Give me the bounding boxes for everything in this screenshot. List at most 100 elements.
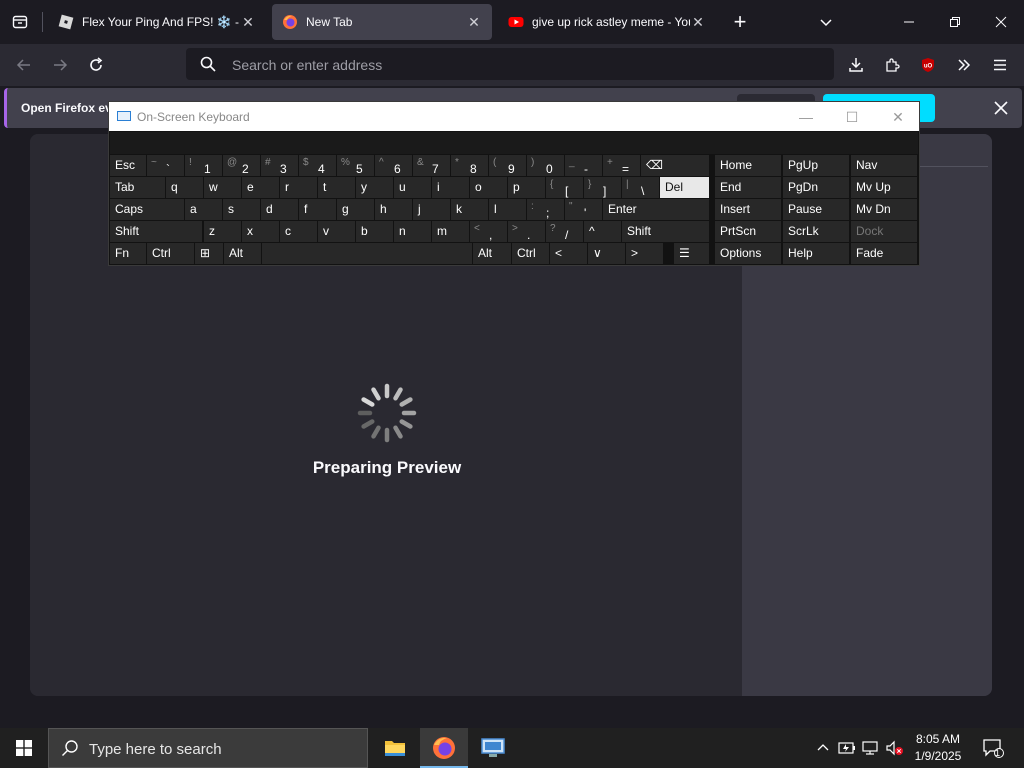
tab-close-icon[interactable]: ✕ bbox=[690, 14, 706, 30]
tray-battery[interactable] bbox=[836, 728, 858, 768]
osk-key-modifier-row-3[interactable]: Alt bbox=[224, 243, 261, 264]
osk-key-number-row-5[interactable]: $4 bbox=[299, 155, 336, 176]
osk-key-number-row-0[interactable]: Esc bbox=[110, 155, 146, 176]
show-hidden-icons-button[interactable] bbox=[812, 728, 834, 768]
osk-key-number-row-16[interactable]: PgUp bbox=[783, 155, 849, 176]
osk-key-number-row-17[interactable]: Nav bbox=[851, 155, 917, 176]
osk-key-home-row-1[interactable]: a bbox=[185, 199, 222, 220]
osk-key-top-row-2[interactable]: w bbox=[204, 177, 241, 198]
osk-key-number-row-14[interactable]: ⌫ bbox=[641, 155, 709, 176]
osk-key-home-row-5[interactable]: g bbox=[337, 199, 374, 220]
tab-close-icon[interactable]: ✕ bbox=[466, 14, 482, 30]
osk-key-bottom-row-14[interactable]: ScrLk bbox=[783, 221, 849, 242]
tab-roblox[interactable]: Flex Your Ping And FPS! ❄️ - Roblox ✕ bbox=[48, 4, 266, 40]
osk-key-number-row-3[interactable]: @2 bbox=[223, 155, 260, 176]
osk-key-home-row-12[interactable]: Enter bbox=[603, 199, 709, 220]
osk-key-modifier-row-6[interactable]: Ctrl bbox=[512, 243, 549, 264]
osk-maximize-button[interactable]: ☐ bbox=[839, 106, 865, 128]
back-button[interactable] bbox=[8, 49, 40, 81]
taskbar-remote-desktop[interactable] bbox=[469, 728, 517, 768]
osk-key-bottom-row-13[interactable]: PrtScn bbox=[715, 221, 781, 242]
osk-key-bottom-row-4[interactable]: v bbox=[318, 221, 355, 242]
osk-key-bottom-row-0[interactable]: Shift bbox=[110, 221, 202, 242]
list-all-tabs-button[interactable] bbox=[810, 6, 842, 38]
osk-key-home-row-8[interactable]: k bbox=[451, 199, 488, 220]
osk-key-number-row-13[interactable]: + = bbox=[603, 155, 640, 176]
osk-key-number-row-6[interactable]: % 5 bbox=[337, 155, 374, 176]
osk-key-bottom-row-5[interactable]: b bbox=[356, 221, 393, 242]
osk-key-top-row-8[interactable]: i bbox=[432, 177, 469, 198]
osk-key-number-row-15[interactable]: Home bbox=[715, 155, 781, 176]
osk-key-home-row-14[interactable]: Pause bbox=[783, 199, 849, 220]
osk-key-top-row-1[interactable]: q bbox=[166, 177, 203, 198]
osk-key-home-row-10[interactable]: :; bbox=[527, 199, 564, 220]
osk-key-bottom-row-8[interactable]: <, bbox=[470, 221, 507, 242]
osk-key-home-row-11[interactable]: " ' bbox=[565, 199, 602, 220]
osk-key-home-row-4[interactable]: f bbox=[299, 199, 336, 220]
osk-key-bottom-row-15[interactable]: Dock bbox=[851, 221, 917, 242]
osk-key-modifier-row-4[interactable] bbox=[262, 243, 472, 264]
osk-key-number-row-7[interactable]: ^ 6 bbox=[375, 155, 412, 176]
osk-key-modifier-row-2[interactable]: ⊞ bbox=[195, 243, 223, 264]
osk-key-home-row-9[interactable]: l bbox=[489, 199, 526, 220]
taskbar-file-explorer[interactable] bbox=[371, 728, 419, 768]
osk-key-number-row-1[interactable]: ~ ` bbox=[147, 155, 184, 176]
restore-button[interactable] bbox=[932, 0, 978, 44]
taskbar-firefox[interactable] bbox=[420, 728, 468, 768]
osk-key-modifier-row-12[interactable]: Help bbox=[783, 243, 849, 264]
tab-new-tab[interactable]: New Tab ✕ bbox=[272, 4, 492, 40]
osk-key-bottom-row-7[interactable]: m bbox=[432, 221, 469, 242]
osk-key-home-row-13[interactable]: Insert bbox=[715, 199, 781, 220]
osk-key-top-row-16[interactable]: PgDn bbox=[783, 177, 849, 198]
tray-network[interactable] bbox=[860, 728, 882, 768]
osk-key-top-row-13[interactable]: | \ bbox=[622, 177, 659, 198]
osk-key-top-row-12[interactable]: }] bbox=[584, 177, 621, 198]
osk-key-top-row-0[interactable]: Tab bbox=[110, 177, 165, 198]
osk-key-bottom-row-12[interactable]: Shift bbox=[622, 221, 709, 242]
osk-key-bottom-row-3[interactable]: c bbox=[280, 221, 317, 242]
osk-key-home-row-3[interactable]: d bbox=[261, 199, 298, 220]
notification-close-button[interactable] bbox=[989, 96, 1013, 120]
osk-key-top-row-9[interactable]: o bbox=[470, 177, 507, 198]
app-menu-button[interactable] bbox=[984, 49, 1016, 81]
osk-title-bar[interactable]: On-Screen Keyboard — ☐ ✕ bbox=[109, 102, 919, 131]
osk-key-modifier-row-13[interactable]: Fade bbox=[851, 243, 917, 264]
osk-key-home-row-6[interactable]: h bbox=[375, 199, 412, 220]
osk-key-bottom-row-11[interactable]: ^ bbox=[584, 221, 621, 242]
osk-key-top-row-17[interactable]: Mv Up bbox=[851, 177, 917, 198]
tab-youtube[interactable]: give up rick astley meme - YouTube ✕ bbox=[498, 4, 716, 40]
osk-key-top-row-7[interactable]: u bbox=[394, 177, 431, 198]
osk-key-modifier-row-11[interactable]: Options bbox=[715, 243, 781, 264]
taskbar-clock[interactable]: 8:05 AM 1/9/2025 bbox=[908, 731, 968, 765]
tab-close-icon[interactable]: ✕ bbox=[240, 14, 256, 30]
osk-key-top-row-6[interactable]: y bbox=[356, 177, 393, 198]
osk-key-bottom-row-1[interactable]: z bbox=[204, 221, 241, 242]
osk-key-top-row-4[interactable]: r bbox=[280, 177, 317, 198]
new-tab-button[interactable]: + bbox=[724, 6, 756, 38]
extensions-button[interactable] bbox=[876, 49, 908, 81]
osk-key-modifier-row-10[interactable]: ☰ bbox=[674, 243, 709, 264]
osk-key-home-row-2[interactable]: s bbox=[223, 199, 260, 220]
more-tools-button[interactable] bbox=[948, 49, 980, 81]
osk-key-modifier-row-7[interactable]: < bbox=[550, 243, 587, 264]
ublock-origin-button[interactable]: uO bbox=[912, 49, 944, 81]
osk-key-top-row-14[interactable]: Del bbox=[660, 177, 709, 198]
osk-key-number-row-2[interactable]: ! 1 bbox=[185, 155, 222, 176]
firefox-view-button[interactable] bbox=[4, 6, 36, 38]
reload-button[interactable] bbox=[80, 49, 112, 81]
osk-close-button[interactable]: ✕ bbox=[885, 106, 911, 128]
osk-key-number-row-4[interactable]: #3 bbox=[261, 155, 298, 176]
osk-key-top-row-5[interactable]: t bbox=[318, 177, 355, 198]
minimize-button[interactable] bbox=[886, 0, 932, 44]
tray-volume[interactable] bbox=[884, 728, 906, 768]
close-window-button[interactable] bbox=[978, 0, 1024, 44]
osk-key-home-row-0[interactable]: Caps bbox=[110, 199, 184, 220]
osk-key-bottom-row-10[interactable]: ? / bbox=[546, 221, 583, 242]
forward-button[interactable] bbox=[44, 49, 76, 81]
url-bar[interactable]: Search or enter address bbox=[186, 48, 834, 80]
osk-minimize-button[interactable]: — bbox=[793, 106, 819, 128]
start-button[interactable] bbox=[0, 728, 48, 768]
osk-key-modifier-row-1[interactable]: Ctrl bbox=[147, 243, 194, 264]
osk-key-home-row-7[interactable]: j bbox=[413, 199, 450, 220]
osk-key-number-row-12[interactable]: _ - bbox=[565, 155, 602, 176]
